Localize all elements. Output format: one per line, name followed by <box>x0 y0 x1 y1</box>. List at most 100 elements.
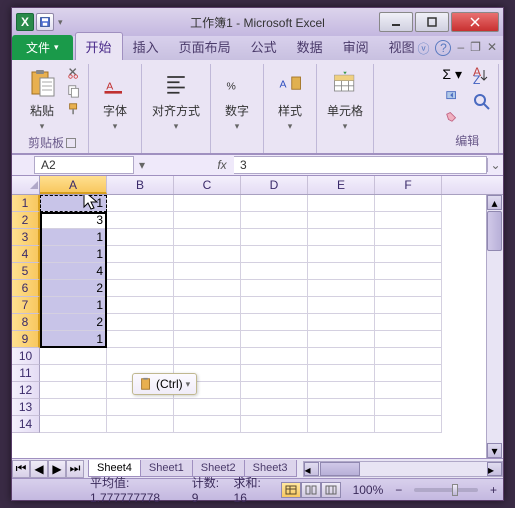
cell[interactable] <box>107 280 174 297</box>
row-header[interactable]: 13 <box>12 399 40 416</box>
paste-options-popup[interactable]: (Ctrl) ▾ <box>132 373 197 395</box>
number-button[interactable]: % 数字 ▾ <box>217 66 257 134</box>
autosum-icon[interactable]: Σ ▾ <box>442 66 462 83</box>
cell[interactable] <box>375 382 442 399</box>
cell[interactable] <box>40 365 107 382</box>
help-icon[interactable]: ? <box>435 40 451 56</box>
cell[interactable] <box>174 280 241 297</box>
cell[interactable] <box>241 416 308 433</box>
styles-button[interactable]: A 样式 ▾ <box>270 66 310 134</box>
cell[interactable] <box>107 331 174 348</box>
layout-tab[interactable]: 页面布局 <box>169 33 241 60</box>
cell[interactable] <box>107 416 174 433</box>
cell[interactable] <box>40 382 107 399</box>
page-layout-view-button[interactable] <box>301 482 321 498</box>
maximize-button[interactable] <box>415 12 449 32</box>
save-button[interactable] <box>36 13 54 31</box>
sheet-nav-next[interactable]: ▶ <box>48 460 66 478</box>
paste-button[interactable]: 粘贴 ▾ <box>22 66 62 134</box>
row-header[interactable]: 14 <box>12 416 40 433</box>
cell-active[interactable]: 3 <box>40 212 107 229</box>
cell[interactable] <box>308 416 375 433</box>
page-break-view-button[interactable] <box>321 482 341 498</box>
cell[interactable] <box>40 348 107 365</box>
col-header-B[interactable]: B <box>107 176 174 194</box>
cell[interactable] <box>308 212 375 229</box>
cell[interactable] <box>375 416 442 433</box>
cell[interactable] <box>174 212 241 229</box>
cell[interactable] <box>375 246 442 263</box>
file-tab[interactable]: 文件▾ <box>12 35 73 60</box>
cell[interactable] <box>40 399 107 416</box>
scroll-thumb[interactable] <box>487 211 502 251</box>
cell[interactable] <box>241 212 308 229</box>
zoom-thumb[interactable] <box>452 484 458 496</box>
cell[interactable] <box>174 195 241 212</box>
cell[interactable] <box>308 195 375 212</box>
cell[interactable] <box>174 263 241 280</box>
minimize-button[interactable] <box>379 12 413 32</box>
col-header-D[interactable]: D <box>241 176 308 194</box>
cell[interactable] <box>375 348 442 365</box>
clipboard-launcher-icon[interactable] <box>66 138 76 148</box>
cell[interactable] <box>40 416 107 433</box>
sheet-tab[interactable]: Sheet4 <box>88 460 141 477</box>
qat-dropdown-icon[interactable]: ▾ <box>56 17 65 28</box>
sort-filter-icon[interactable]: AZ <box>472 66 492 86</box>
cell[interactable]: 1 <box>40 229 107 246</box>
cell[interactable] <box>174 331 241 348</box>
sheet-nav-prev[interactable]: ◀ <box>30 460 48 478</box>
name-box-dropdown-icon[interactable]: ▾ <box>134 158 150 172</box>
row-header[interactable]: 1 <box>12 195 40 212</box>
formula-expand-icon[interactable]: ⌄ <box>487 158 503 172</box>
cells-button[interactable]: 单元格 ▾ <box>323 66 367 134</box>
hscroll-thumb[interactable] <box>320 462 360 476</box>
doc-restore-icon[interactable]: ❐ <box>470 40 481 57</box>
sheet-tab[interactable]: Sheet3 <box>244 460 297 477</box>
alignment-button[interactable]: 对齐方式 ▾ <box>148 66 204 134</box>
col-header-A[interactable]: A <box>40 176 107 194</box>
cell[interactable] <box>174 348 241 365</box>
fill-icon[interactable] <box>444 89 460 103</box>
row-header[interactable]: 6 <box>12 280 40 297</box>
minimize-ribbon-icon[interactable]: ⓥ <box>417 40 429 57</box>
cell[interactable] <box>174 416 241 433</box>
scroll-left-icon[interactable]: ◂ <box>304 462 319 476</box>
cell[interactable] <box>174 229 241 246</box>
cell[interactable]: 4 <box>40 263 107 280</box>
zoom-value[interactable]: 100% <box>353 483 384 497</box>
cell[interactable] <box>308 348 375 365</box>
formulas-tab[interactable]: 公式 <box>241 33 287 60</box>
format-painter-icon[interactable] <box>66 102 82 116</box>
clear-icon[interactable] <box>444 109 460 123</box>
row-header[interactable]: 7 <box>12 297 40 314</box>
cell[interactable] <box>174 399 241 416</box>
cell[interactable] <box>241 280 308 297</box>
cell[interactable] <box>375 280 442 297</box>
cell[interactable] <box>241 297 308 314</box>
cell[interactable] <box>107 399 174 416</box>
cell[interactable] <box>107 297 174 314</box>
doc-close-icon[interactable]: ✕ <box>487 40 497 57</box>
cell[interactable] <box>308 314 375 331</box>
cell[interactable]: 1 <box>40 331 107 348</box>
cell[interactable] <box>174 246 241 263</box>
cell[interactable] <box>308 280 375 297</box>
row-header[interactable]: 10 <box>12 348 40 365</box>
data-tab[interactable]: 数据 <box>287 33 333 60</box>
cell[interactable] <box>241 263 308 280</box>
cell[interactable] <box>241 365 308 382</box>
doc-minimize-icon[interactable]: – <box>457 40 464 57</box>
row-header[interactable]: 11 <box>12 365 40 382</box>
row-header[interactable]: 3 <box>12 229 40 246</box>
cell[interactable] <box>375 331 442 348</box>
col-header-F[interactable]: F <box>375 176 442 194</box>
cell[interactable] <box>308 297 375 314</box>
cell[interactable] <box>241 348 308 365</box>
row-header[interactable]: 5 <box>12 263 40 280</box>
sheet-tab[interactable]: Sheet2 <box>192 460 245 477</box>
cell[interactable] <box>241 331 308 348</box>
cell[interactable] <box>107 314 174 331</box>
cell[interactable] <box>375 365 442 382</box>
scroll-right-icon[interactable]: ▸ <box>487 462 502 476</box>
